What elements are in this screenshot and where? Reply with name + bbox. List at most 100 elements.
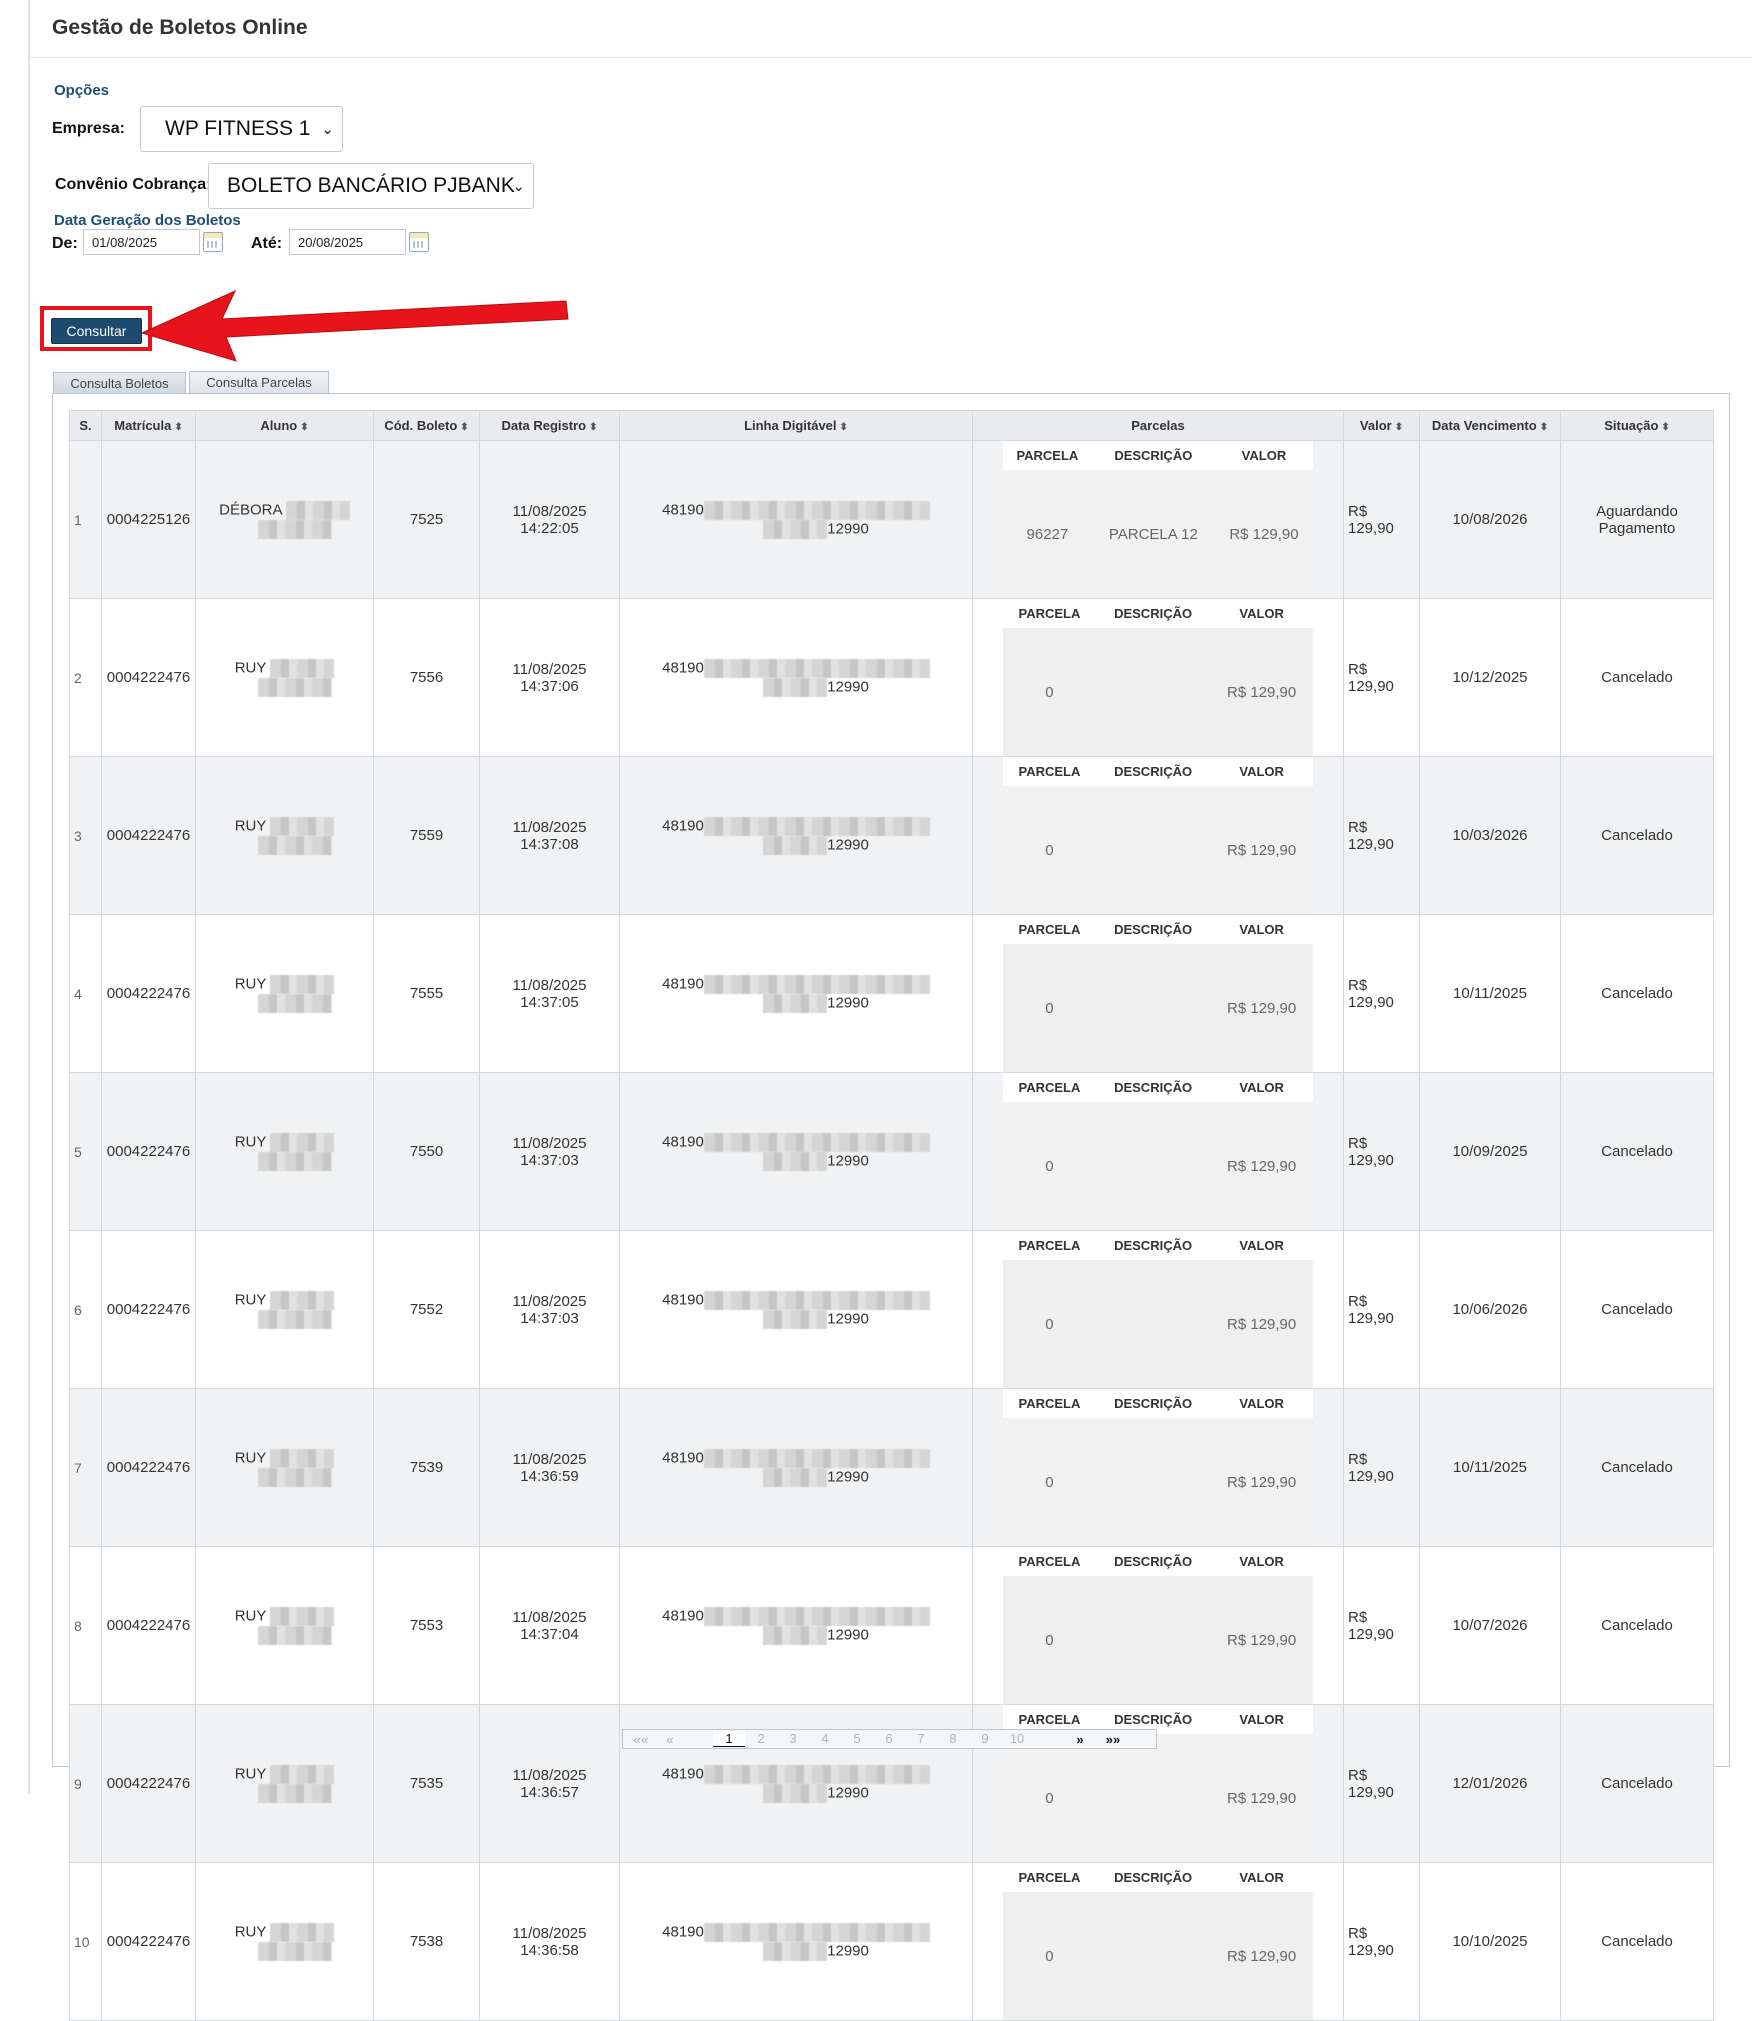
- parcela-number: 0: [1003, 786, 1096, 914]
- linha-digitavel-cell: 48190 12990: [619, 1388, 973, 1547]
- table-row: 6 0004222476 RUY 7552 11/08/2025 14:37:03 481…: [69, 1230, 1714, 1389]
- col-header-data-registro[interactable]: Data Registro ⬍: [479, 410, 620, 441]
- linha-start: 48190: [662, 1922, 704, 1940]
- sub-header-valor: VALOR: [1210, 1231, 1313, 1260]
- sort-icon[interactable]: ⬍: [1540, 422, 1548, 433]
- linha-start: 48190: [662, 658, 704, 676]
- redacted-text: [270, 974, 335, 994]
- empresa-select[interactable]: WP FITNESS 1 ⌄: [140, 106, 343, 152]
- amount: 129,90: [1348, 1941, 1394, 1959]
- valor-cell: R$ 129,90: [1343, 440, 1420, 599]
- col-header-linha-digitavel[interactable]: Linha Digitável ⬍: [619, 410, 973, 441]
- page-number-3[interactable]: 3: [777, 1731, 809, 1747]
- consultar-button[interactable]: Consultar: [51, 318, 142, 344]
- sub-header-parcela: PARCELA: [1003, 1863, 1096, 1892]
- redacted-text: [270, 1132, 335, 1152]
- parcela-row: 0 R$ 129,90: [1003, 1260, 1313, 1388]
- situacao-cell: Aguardando Pagamento: [1560, 440, 1714, 599]
- currency: R$: [1348, 1134, 1368, 1152]
- parcela-row: 0 R$ 129,90: [1003, 1734, 1313, 1862]
- data-registro-cell: 11/08/2025 14:37:04: [479, 1546, 620, 1705]
- parcela-row: 96227 PARCELA 12 R$ 129,90: [1003, 470, 1313, 598]
- page-number-1[interactable]: 1: [713, 1731, 745, 1747]
- row-index: 5: [69, 1072, 102, 1231]
- page-number-2[interactable]: 2: [745, 1731, 777, 1747]
- sub-header-parcela: PARCELA: [1003, 757, 1096, 786]
- parcela-descricao: [1095, 1734, 1211, 1862]
- calendar-icon[interactable]: [409, 232, 429, 252]
- redacted-text: [763, 835, 828, 855]
- data-registro-cell: 11/08/2025 14:36:59: [479, 1388, 620, 1547]
- parcela-valor: R$ 129,90: [1210, 1576, 1313, 1704]
- tab-consulta-parcelas[interactable]: Consulta Parcelas: [189, 371, 329, 393]
- header-label: S.: [79, 418, 92, 433]
- next-page-button[interactable]: »: [1065, 1732, 1095, 1747]
- page-number-5[interactable]: 5: [841, 1731, 873, 1747]
- table-row: 1 0004225126 DÉBORA 7525 11/08/2025 14:22:05…: [69, 440, 1714, 599]
- page-number-4[interactable]: 4: [809, 1731, 841, 1747]
- sub-header-descricao: DESCRIÇÃO: [1095, 1863, 1211, 1892]
- sort-icon[interactable]: ⬍: [300, 422, 308, 433]
- page-number-9[interactable]: 9: [969, 1731, 1001, 1747]
- col-header-aluno[interactable]: Aluno ⬍: [195, 410, 374, 441]
- parcela-valor: R$ 129,90: [1210, 944, 1313, 1072]
- valor-cell: R$ 129,90: [1343, 1230, 1420, 1389]
- page-number-8[interactable]: 8: [937, 1731, 969, 1747]
- aluno-cell: RUY: [195, 756, 374, 915]
- title-divider: [30, 57, 1752, 58]
- registro-time: 14:36:59: [520, 1467, 579, 1485]
- sort-icon[interactable]: ⬍: [840, 422, 848, 433]
- page-number-10[interactable]: 10: [1001, 1731, 1033, 1747]
- col-header-valor[interactable]: Valor ⬍: [1343, 410, 1420, 441]
- parcelas-subtable: PARCELA DESCRIÇÃO VALOR 0 R$ 129,90: [1003, 1073, 1313, 1230]
- sort-icon[interactable]: ⬍: [1661, 422, 1669, 433]
- calendar-icon[interactable]: [203, 232, 223, 252]
- page-number-7[interactable]: 7: [905, 1731, 937, 1747]
- valor-cell: R$ 129,90: [1343, 1862, 1420, 2021]
- registro-time: 14:36:57: [520, 1783, 579, 1801]
- cod-boleto-cell: 7553: [373, 1546, 480, 1705]
- aluno-name: RUY: [234, 1448, 267, 1466]
- registro-time: 14:37:05: [520, 993, 579, 1011]
- sub-header-parcela: PARCELA: [1003, 1231, 1096, 1260]
- matricula-cell: 0004222476: [101, 1704, 196, 1863]
- sort-icon[interactable]: ⬍: [460, 422, 468, 433]
- linha-start: 48190: [662, 974, 704, 992]
- aluno-cell: RUY: [195, 1388, 374, 1547]
- currency: R$: [1348, 976, 1368, 994]
- parcela-valor: R$ 129,90: [1210, 1418, 1313, 1546]
- matricula-cell: 0004222476: [101, 1862, 196, 2021]
- linha-digitavel-cell: 48190 12990: [619, 1230, 973, 1389]
- col-header-situacao[interactable]: Situação ⬍: [1560, 410, 1714, 441]
- redacted-text: [257, 1783, 332, 1803]
- linha-end: 12990: [827, 519, 869, 537]
- amount: 129,90: [1348, 1783, 1394, 1801]
- col-header-matricula[interactable]: Matrícula ⬍: [101, 410, 196, 441]
- convenio-select[interactable]: BOLETO BANCÁRIO PJBANK ⌄: [208, 163, 534, 209]
- linha-end: 12990: [827, 677, 869, 695]
- redacted-text: [763, 1941, 828, 1961]
- tab-consulta-boletos[interactable]: Consulta Boletos: [53, 372, 186, 394]
- parcela-row: 0 R$ 129,90: [1003, 1102, 1313, 1230]
- last-page-button[interactable]: »»: [1095, 1732, 1131, 1747]
- sort-icon[interactable]: ⬍: [589, 422, 597, 433]
- col-header-data-vencimento[interactable]: Data Vencimento ⬍: [1419, 410, 1561, 441]
- date-from-input[interactable]: 01/08/2025: [83, 229, 200, 255]
- col-header-cod-boleto[interactable]: Cód. Boleto ⬍: [373, 410, 480, 441]
- data-registro-cell: 11/08/2025 14:37:05: [479, 914, 620, 1073]
- sort-icon[interactable]: ⬍: [174, 422, 182, 433]
- date-to-input[interactable]: 20/08/2025: [289, 229, 406, 255]
- header-label: Linha Digitável: [744, 418, 837, 433]
- first-page-button[interactable]: ««: [623, 1732, 659, 1747]
- left-border: [28, 0, 30, 1794]
- registro-date: 11/08/2025: [512, 1766, 587, 1784]
- matricula-cell: 0004222476: [101, 1230, 196, 1389]
- sort-icon[interactable]: ⬍: [1395, 422, 1403, 433]
- linha-start: 48190: [662, 1132, 704, 1150]
- parcela-descricao: [1095, 944, 1211, 1072]
- prev-page-button[interactable]: «: [659, 1732, 681, 1747]
- row-index: 2: [69, 598, 102, 757]
- data-registro-cell: 11/08/2025 14:37:03: [479, 1072, 620, 1231]
- sub-header-parcela: PARCELA: [1003, 1389, 1096, 1418]
- page-number-6[interactable]: 6: [873, 1731, 905, 1747]
